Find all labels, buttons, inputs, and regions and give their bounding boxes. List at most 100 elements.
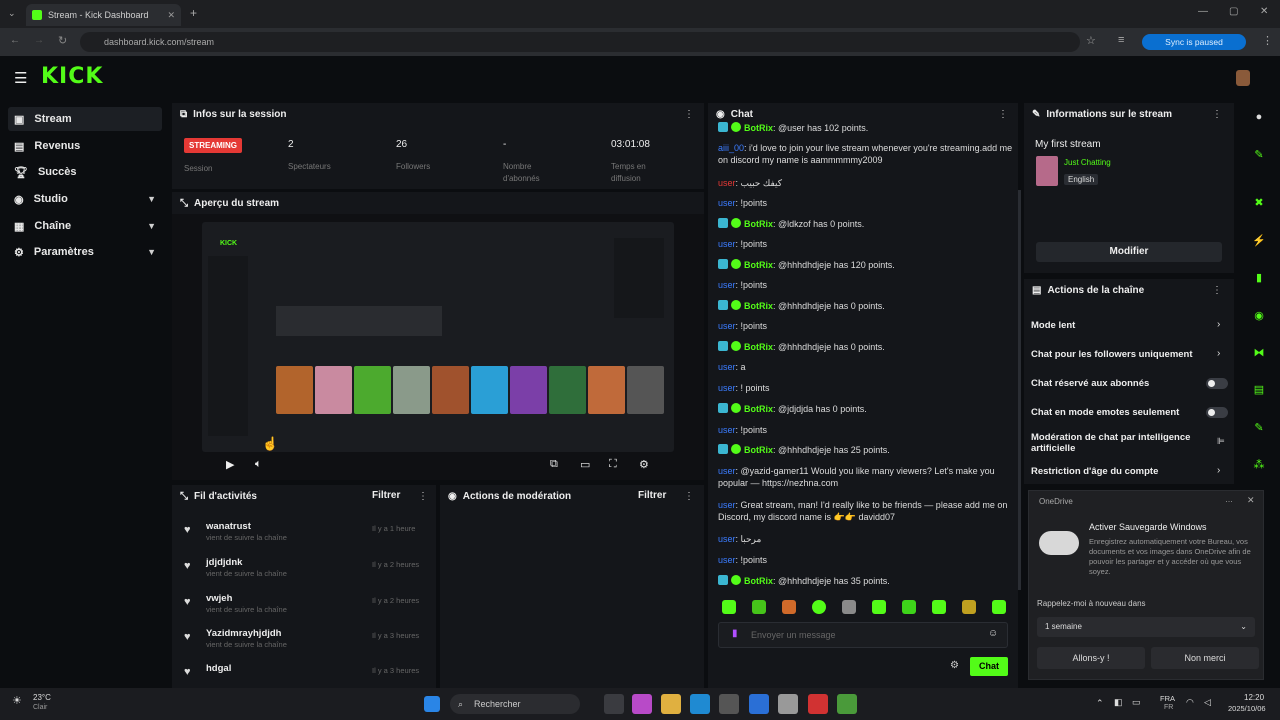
sidebar-item-parametres[interactable]: ⚙ Paramètres ▼	[8, 240, 162, 264]
rail-tool-icon[interactable]: ⁂	[1246, 452, 1272, 478]
kebab-menu-icon[interactable]: ⋮	[998, 109, 1008, 120]
chat-username[interactable]: BotRix	[744, 404, 773, 414]
rail-tool-icon[interactable]: ⧓	[1246, 340, 1272, 366]
emote-icon[interactable]	[902, 600, 916, 614]
volume-icon[interactable]: 🔈︎	[255, 458, 262, 471]
close-icon[interactable]: ✕	[1247, 495, 1255, 506]
chat-username[interactable]: user	[718, 198, 736, 208]
avatar[interactable]	[1236, 70, 1250, 86]
more-options-icon[interactable]: …	[1225, 495, 1233, 504]
network-icon[interactable]: ◧	[1114, 697, 1123, 708]
chat-username[interactable]: user	[718, 534, 736, 544]
chat-username[interactable]: BotRix	[744, 123, 773, 133]
taskbar-search[interactable]: ⌕ Rechercher	[450, 694, 580, 714]
file-explorer-icon[interactable]	[661, 694, 681, 714]
url-field[interactable]: dashboard.kick.com/stream	[80, 32, 1080, 52]
emotes-only-toggle[interactable]	[1206, 407, 1228, 418]
chat-username[interactable]: BotRix	[744, 219, 773, 229]
chat-username[interactable]: user	[718, 466, 736, 476]
emote-icon[interactable]	[752, 600, 766, 614]
tab-list-icon[interactable]: ⌄	[8, 8, 16, 19]
rail-tool-icon[interactable]: ▤	[1246, 377, 1272, 403]
info-icon[interactable]: ●	[1246, 104, 1272, 130]
fullscreen-icon[interactable]: ⛶	[609, 458, 617, 471]
new-tab-icon[interactable]: +	[190, 6, 197, 20]
kebab-menu-icon[interactable]: ⋮	[1212, 285, 1222, 296]
weather-temp[interactable]: 23°C	[33, 693, 51, 702]
ai-moderation-icon[interactable]: ⊫	[1217, 436, 1225, 447]
subscribers-only-toggle[interactable]	[1206, 378, 1228, 389]
window-close-icon[interactable]: ✕	[1260, 6, 1268, 17]
activity-user[interactable]: hdgal	[206, 663, 231, 674]
chat-username[interactable]: user	[718, 280, 736, 290]
browser-menu-icon[interactable]: ⋮	[1262, 34, 1273, 47]
chat-username[interactable]: user	[718, 362, 736, 372]
close-tab-icon[interactable]: ✕	[167, 10, 175, 21]
chat-send-button[interactable]: Chat	[970, 657, 1008, 676]
app-icon[interactable]	[778, 694, 798, 714]
reload-icon[interactable]: ↻	[58, 34, 67, 47]
sidebar-item-succes[interactable]: 🏆︎ Succès	[8, 160, 162, 184]
chat-scrollbar[interactable]	[1018, 190, 1021, 590]
chat-settings-icon[interactable]: ⚙	[950, 660, 959, 671]
kebab-menu-icon[interactable]: ⋮	[684, 109, 694, 120]
play-icon[interactable]: ▶	[226, 458, 234, 471]
chat-username[interactable]: BotRix	[744, 260, 773, 270]
chat-username[interactable]: BotRix	[744, 576, 773, 586]
chat-username[interactable]: user	[718, 239, 736, 249]
option-followers-only[interactable]: Chat pour les followers uniquement	[1031, 349, 1227, 360]
clock-time[interactable]: 12:20	[1244, 693, 1264, 702]
kebab-menu-icon[interactable]: ⋮	[1212, 109, 1222, 120]
wifi-icon[interactable]: ◠	[1186, 697, 1194, 708]
emoji-picker-icon[interactable]: ☺	[988, 628, 998, 639]
emote-icon[interactable]	[812, 600, 826, 614]
chat-username[interactable]: user	[718, 425, 736, 435]
filter-button[interactable]: Filtrer	[372, 490, 400, 501]
sidebar-item-chaine[interactable]: ▦ Chaîne ▼	[8, 214, 162, 238]
kebab-menu-icon[interactable]: ⋮	[684, 491, 694, 502]
chat-username[interactable]: user	[718, 383, 736, 393]
rail-chat-icon[interactable]: ◉	[1246, 303, 1272, 329]
activity-user[interactable]: Yazidmrayhjdjdh	[206, 628, 282, 639]
category-link[interactable]: Just Chatting	[1064, 158, 1111, 167]
edit-pencil-icon[interactable]: ✎	[1246, 142, 1272, 168]
edge-icon[interactable]	[690, 694, 710, 714]
rail-tool-icon[interactable]: ✎	[1246, 415, 1272, 441]
chrome-icon[interactable]	[837, 694, 857, 714]
chat-username[interactable]: BotRix	[744, 301, 773, 311]
onedrive-ok-button[interactable]: Allons-y !	[1037, 647, 1145, 669]
option-ai-moderation[interactable]: Modération de chat par intelligence arti…	[1031, 432, 1201, 454]
browser-tab[interactable]: Stream - Kick Dashboard ✕	[26, 4, 181, 26]
emote-icon[interactable]	[962, 600, 976, 614]
windows-start-icon[interactable]	[424, 696, 440, 712]
maximize-icon[interactable]: ▢	[1229, 6, 1238, 17]
emote-icon[interactable]	[842, 600, 856, 614]
bookmark-star-icon[interactable]: ☆	[1086, 34, 1096, 47]
copilot-icon[interactable]	[632, 694, 652, 714]
vscode-icon[interactable]	[749, 694, 769, 714]
emote-icon[interactable]	[782, 600, 796, 614]
app-icon[interactable]	[808, 694, 828, 714]
battery-icon[interactable]: ▭	[1132, 697, 1141, 708]
option-slow-mode[interactable]: Mode lent	[1031, 320, 1227, 331]
remind-select[interactable]: 1 semaine ⌄	[1037, 617, 1255, 637]
filter-button[interactable]: Filtrer	[638, 490, 666, 501]
kick-logo[interactable]: KICK	[41, 64, 103, 89]
rail-tool-icon[interactable]: ▮	[1246, 265, 1272, 291]
extensions-icon[interactable]: ≡	[1118, 34, 1124, 46]
back-icon[interactable]: ←	[10, 35, 20, 46]
sync-button[interactable]: Sync is paused	[1142, 34, 1246, 50]
emote-icon[interactable]	[932, 600, 946, 614]
kebab-menu-icon[interactable]: ⋮	[418, 491, 428, 502]
collapse-icon[interactable]: ⤡	[180, 198, 188, 209]
chat-username[interactable]: user	[718, 178, 736, 188]
chat-username[interactable]: aiii_00	[718, 143, 744, 153]
activity-user[interactable]: vwjeh	[206, 593, 232, 604]
chevron-right-icon[interactable]: ›	[1217, 348, 1220, 359]
emote-icon[interactable]	[722, 600, 736, 614]
chat-username[interactable]: BotRix	[744, 445, 773, 455]
input-language[interactable]: FRA	[1160, 694, 1175, 703]
emote-icon[interactable]	[872, 600, 886, 614]
theater-mode-icon[interactable]: ▭	[580, 458, 590, 471]
option-age-restriction[interactable]: Restriction d'âge du compte	[1031, 466, 1227, 477]
